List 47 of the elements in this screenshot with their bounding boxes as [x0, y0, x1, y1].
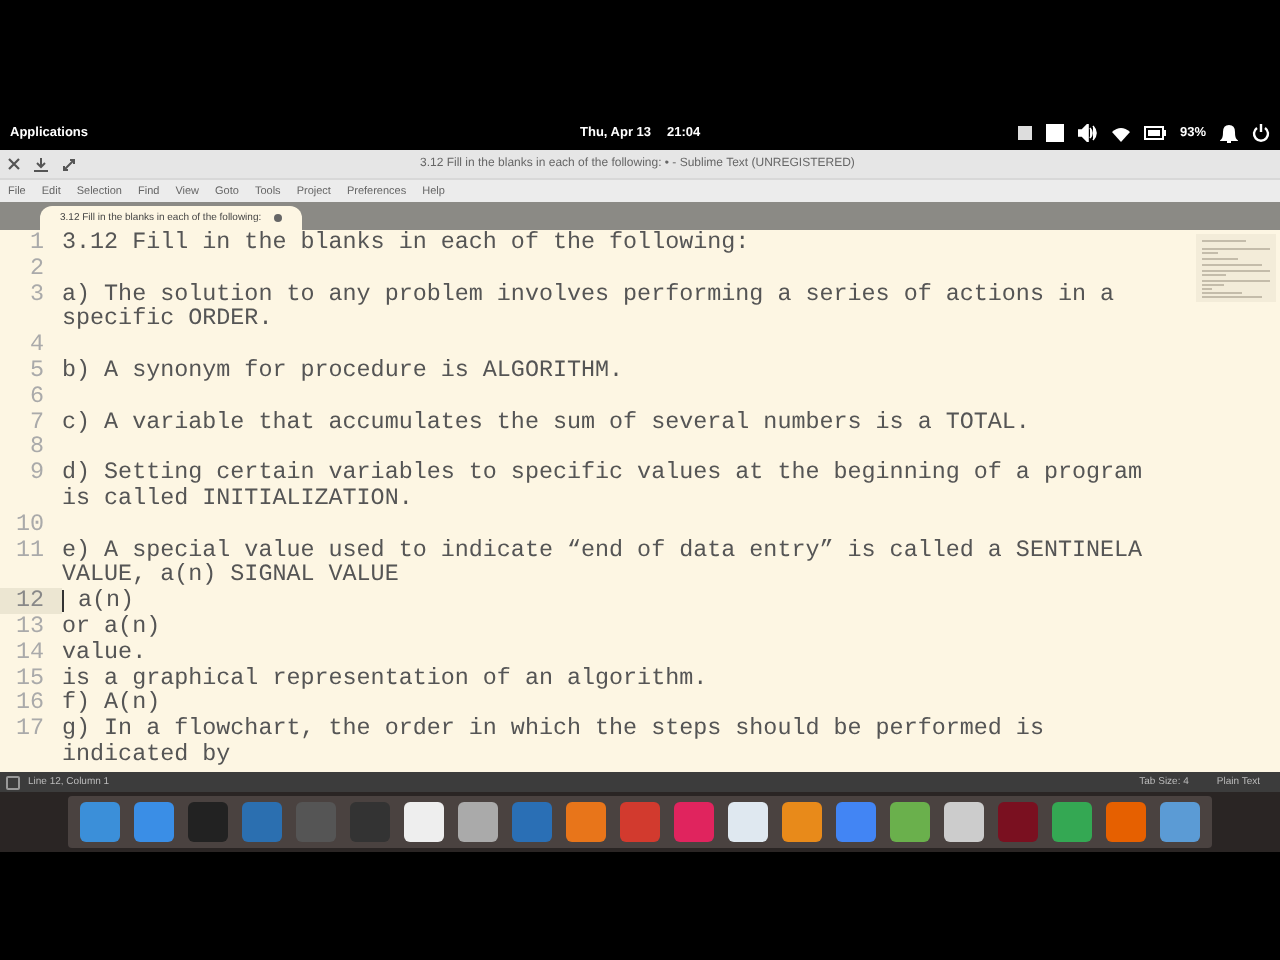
- code-line: a(n): [76, 588, 135, 614]
- line-number: 11: [13, 537, 46, 568]
- line-number: 17: [13, 716, 46, 747]
- code-line: g) In a flowchart, the order in which the steps should be performed is: [62, 716, 1044, 742]
- line-number: 16: [13, 690, 46, 717]
- line-number: 3: [27, 281, 46, 312]
- line-number: 15: [13, 665, 46, 691]
- code-line: 3.12 Fill in the blanks in each of the following:: [62, 230, 750, 256]
- code-line: d) Setting certain variables to specific values at the beginning of a program: [62, 460, 1143, 486]
- code-line: or a(n): [62, 613, 161, 640]
- code-line: f) A(n): [62, 690, 161, 717]
- panel-icon[interactable]: [6, 775, 20, 789]
- indicator-icon[interactable]: [1045, 124, 1064, 142]
- text-cursor-icon: [62, 590, 64, 613]
- code-line: is called INITIALIZATION.: [62, 485, 413, 512]
- line-number: 9: [27, 460, 46, 491]
- code-line: indicated by: [62, 741, 231, 768]
- line-number: 14: [13, 639, 46, 666]
- square-icon[interactable]: [1017, 126, 1032, 140]
- code-line: VALUE, a(n) SIGNAL VALUE: [62, 562, 399, 589]
- line-number: 10: [13, 511, 46, 538]
- code-line: e) A special value used to indicate “end of data entry” is called a SENTINELA: [62, 537, 1143, 563]
- line-number: 1: [27, 230, 46, 256]
- modified-dot-icon[interactable]: [273, 214, 282, 222]
- code-line: a) The solution to any problem involves performing a series of actions in a: [62, 281, 1115, 307]
- volume-icon[interactable]: [1077, 124, 1098, 142]
- line-number: 13: [13, 613, 46, 640]
- code-line: is a graphical representation of an algorithm.: [62, 665, 708, 691]
- line-number: 8: [27, 434, 46, 461]
- minimap[interactable]: [1196, 234, 1276, 302]
- maximize-icon[interactable]: [62, 157, 76, 171]
- battery-icon[interactable]: [1143, 126, 1166, 140]
- line-number: 2: [27, 255, 46, 282]
- line-number: 7: [27, 409, 46, 435]
- close-icon[interactable]: [8, 158, 20, 170]
- code-line: c) A variable that accumulates the sum of several numbers is a TOTAL.: [62, 409, 1030, 435]
- bell-icon[interactable]: [1220, 123, 1238, 143]
- minimize-icon[interactable]: [34, 157, 48, 171]
- code-line: specific ORDER.: [62, 306, 273, 333]
- wifi-icon[interactable]: [1111, 125, 1130, 141]
- line-number: 4: [27, 332, 46, 358]
- line-number: 5: [27, 357, 46, 384]
- code-line: value.: [62, 639, 147, 666]
- code-line: b) A synonym for procedure is ALGORITHM.: [62, 357, 624, 384]
- power-icon[interactable]: [1252, 124, 1270, 142]
- line-number: 6: [27, 383, 46, 410]
- line-number: 12: [0, 588, 62, 614]
